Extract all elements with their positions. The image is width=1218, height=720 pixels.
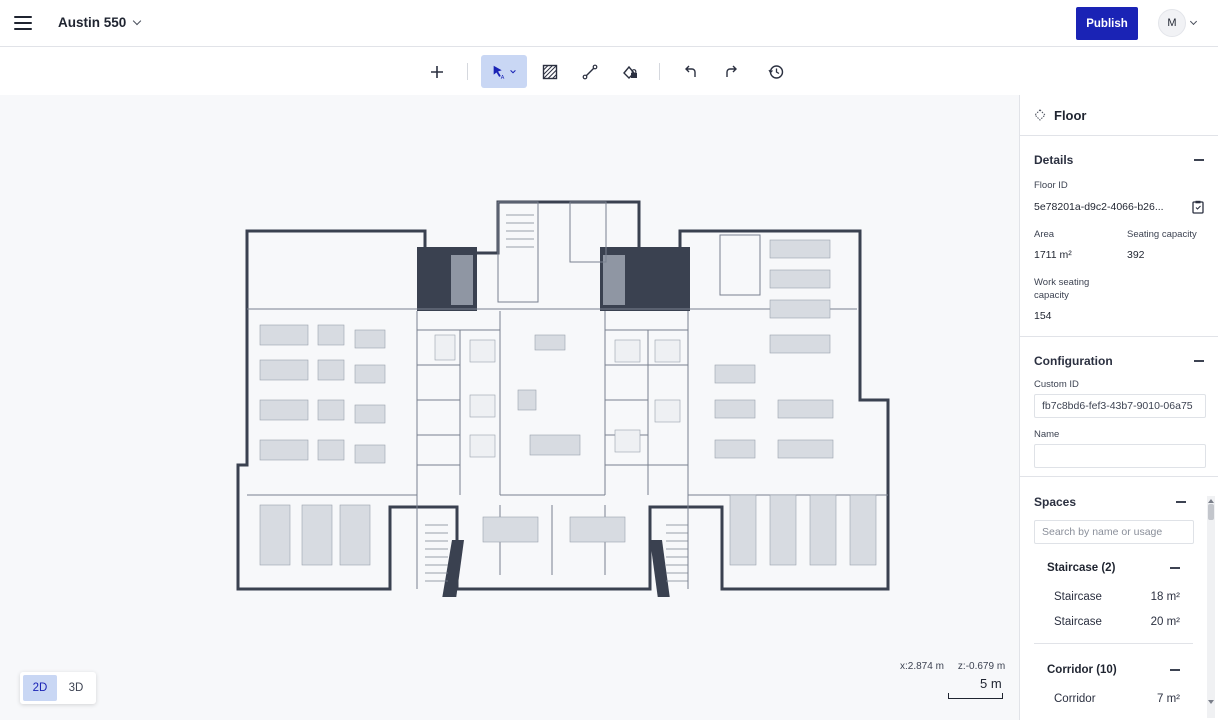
view-mode-toggle: 2D 3D	[20, 672, 96, 704]
collapse-icon[interactable]	[1194, 159, 1204, 161]
panel-scrollbar[interactable]	[1207, 496, 1215, 718]
scale-label: 5 m	[980, 676, 1002, 691]
configuration-header[interactable]: Configuration	[1034, 354, 1204, 368]
space-group-header[interactable]: Staircase (2)	[1047, 562, 1180, 574]
details-section: Details Floor ID 5e78201a-d9c2-4066-b26.…	[1020, 136, 1218, 337]
configuration-title: Configuration	[1034, 354, 1113, 368]
floor-plan-canvas[interactable]: 2D 3D x:2.874 m z:-0.679 m 5 m	[0, 95, 1019, 720]
space-group-title: Corridor (10)	[1047, 664, 1117, 676]
space-name: Staircase	[1054, 616, 1102, 628]
history-icon[interactable]	[761, 55, 791, 88]
area-value: 1711 m²	[1034, 249, 1072, 261]
app-header: Austin 550 Publish M	[0, 0, 1218, 47]
cursor-coordinates: x:2.874 m z:-0.679 m	[900, 661, 1005, 672]
area-label: Area	[1034, 229, 1055, 240]
space-list-item[interactable]: Corridor 7 m²	[1047, 693, 1180, 705]
space-area: 20 m²	[1150, 616, 1180, 628]
floor-id-value: 5e78201a-d9c2-4066-b26...	[1034, 201, 1164, 213]
view-3d-button[interactable]: 3D	[59, 675, 93, 701]
select-cursor-icon[interactable]: A	[481, 55, 527, 88]
spaces-title: Spaces	[1034, 495, 1077, 509]
space-area: 18 m²	[1150, 591, 1180, 603]
scrollbar-thumb[interactable]	[1208, 504, 1214, 520]
panel-title: Floor	[1054, 107, 1087, 123]
floor-plan-drawing[interactable]	[230, 195, 902, 597]
area-hatch-icon[interactable]	[535, 55, 565, 88]
collapse-icon[interactable]	[1194, 360, 1204, 362]
copy-clipboard-icon[interactable]	[1192, 200, 1204, 214]
publish-button[interactable]: Publish	[1076, 7, 1138, 40]
panel-header: Floor	[1020, 95, 1218, 136]
space-list-item[interactable]: Staircase 18 m²	[1047, 591, 1180, 603]
details-title: Details	[1034, 153, 1074, 167]
toolbar-divider	[659, 63, 660, 80]
svg-text:A: A	[501, 75, 505, 81]
collapse-icon[interactable]	[1170, 567, 1180, 569]
space-list-item[interactable]: Staircase 20 m²	[1047, 616, 1180, 628]
work-seating-value: 154	[1034, 310, 1052, 322]
coord-z: z:-0.679 m	[957, 661, 1006, 672]
redo-icon[interactable]	[716, 55, 746, 88]
building-name: Austin 550	[58, 15, 127, 30]
undo-icon[interactable]	[676, 55, 706, 88]
scroll-down-icon[interactable]	[1208, 700, 1214, 704]
toolbar-divider	[467, 63, 468, 80]
floor-id-label: Floor ID	[1034, 180, 1068, 191]
custom-id-label: Custom ID	[1034, 379, 1079, 390]
coord-x: x:2.874 m	[900, 661, 944, 672]
seating-capacity-label: Seating capacity	[1127, 229, 1197, 240]
chevron-down-icon[interactable]	[1189, 17, 1198, 26]
editor-toolbar: A	[0, 48, 1218, 95]
configuration-section: Configuration Custom ID fb7c8bd6-fef3-43…	[1020, 337, 1218, 477]
space-name: Staircase	[1054, 591, 1102, 603]
collapse-icon[interactable]	[1176, 501, 1186, 503]
building-selector[interactable]: Austin 550	[58, 15, 142, 30]
add-icon[interactable]	[422, 55, 452, 88]
details-header[interactable]: Details	[1034, 153, 1204, 167]
properties-panel: Floor Details Floor ID 5e78201a-d9c2-406…	[1019, 95, 1218, 720]
space-group-header[interactable]: Corridor (10)	[1047, 664, 1180, 676]
work-seating-label: Work seating capacity	[1034, 277, 1090, 301]
name-label: Name	[1034, 429, 1060, 440]
floor-icon	[1034, 109, 1046, 121]
custom-id-field[interactable]: fb7c8bd6-fef3-43b7-9010-06a75	[1034, 394, 1206, 418]
space-group-title: Staircase (2)	[1047, 562, 1116, 574]
spaces-section: Spaces Search by name or usage Staircase…	[1020, 477, 1218, 705]
name-field[interactable]	[1034, 444, 1206, 468]
space-name: Corridor	[1054, 693, 1096, 705]
fill-lock-icon[interactable]	[615, 55, 645, 88]
scale-bar	[948, 693, 1003, 699]
spaces-header[interactable]: Spaces	[1034, 495, 1186, 509]
space-area: 7 m²	[1157, 693, 1180, 705]
scroll-up-icon[interactable]	[1208, 499, 1214, 503]
hamburger-menu-icon[interactable]	[12, 12, 34, 34]
space-group-staircase: Staircase (2) Staircase 18 m² Staircase …	[1034, 562, 1193, 644]
line-draw-icon[interactable]	[575, 55, 605, 88]
space-group-corridor: Corridor (10) Corridor 7 m²	[1034, 664, 1180, 705]
chevron-down-icon	[133, 16, 142, 26]
seating-capacity-value: 392	[1127, 249, 1145, 261]
avatar[interactable]: M	[1158, 9, 1186, 37]
collapse-icon[interactable]	[1170, 669, 1180, 671]
view-2d-button[interactable]: 2D	[23, 675, 57, 701]
spaces-search-input[interactable]: Search by name or usage	[1034, 520, 1194, 544]
divider	[1034, 643, 1193, 644]
